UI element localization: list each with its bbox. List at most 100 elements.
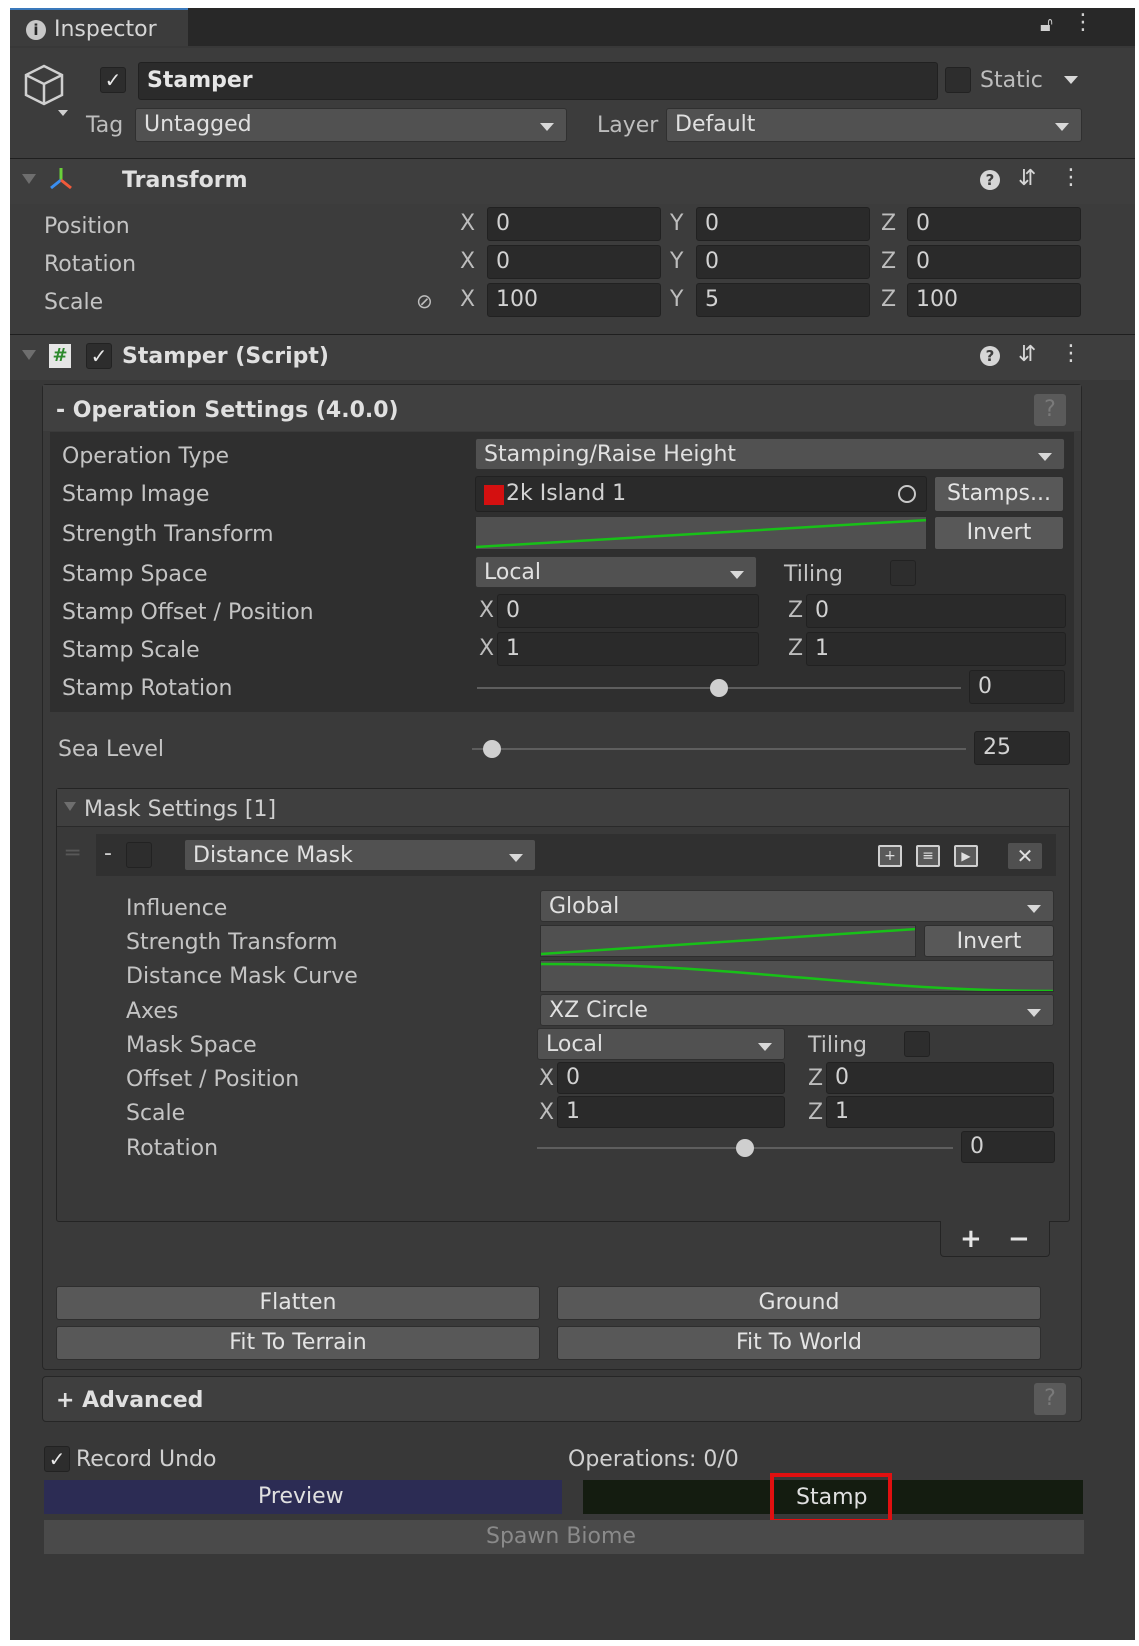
mask-rotation-field[interactable]: 0 [961, 1131, 1055, 1163]
context-menu-icon[interactable]: ⋮ [1060, 167, 1082, 189]
mask-remove-icon[interactable]: ✕ [1008, 843, 1042, 869]
context-menu-icon[interactable]: ⋮ [1060, 343, 1082, 365]
remove-mask-button[interactable]: − [1008, 1226, 1030, 1252]
object-active-checkbox[interactable]: ✓ [100, 67, 126, 93]
mask-space-value: Local [546, 1032, 604, 1057]
stamp-rotation-slider-handle[interactable] [710, 679, 728, 697]
tag-label: Tag [86, 113, 124, 138]
chevron-down-icon [1027, 1009, 1041, 1017]
mask-rotation-slider-handle[interactable] [736, 1139, 754, 1157]
preview-label: Preview [258, 1484, 344, 1509]
operation-help-button[interactable]: ? [1034, 394, 1066, 426]
mask-type-dropdown[interactable]: Distance Mask [184, 839, 536, 871]
spawn-biome-button[interactable]: Spawn Biome [44, 1520, 1084, 1554]
mask-settings-title[interactable]: Mask Settings [1] [84, 799, 276, 821]
mask-image-icon[interactable]: + [878, 845, 902, 867]
chevron-down-icon [1055, 123, 1069, 131]
ground-button[interactable]: Ground [557, 1286, 1041, 1320]
preview-button[interactable]: Preview [44, 1480, 562, 1514]
presets-icon[interactable]: ⇵ [1018, 344, 1036, 366]
transform-scale-x-field[interactable]: 100 [487, 283, 661, 317]
operations-count: Operations: 0/0 [568, 1447, 739, 1472]
stamp-offset-z-field[interactable]: 0 [806, 594, 1066, 628]
record-undo-checkbox[interactable]: ✓ [44, 1446, 70, 1472]
advanced-title[interactable]: + Advanced [56, 1390, 203, 1412]
mask-scale-z-field[interactable]: 1 [826, 1096, 1054, 1128]
operation-type-dropdown[interactable]: Stamping/Raise Height [475, 438, 1065, 470]
sea-level-slider-handle[interactable] [482, 740, 501, 758]
stamp-rotation-label: Stamp Rotation [62, 676, 233, 701]
drag-handle-icon[interactable]: ═ [66, 843, 79, 865]
sea-level-slider-track[interactable] [472, 748, 966, 750]
tag-dropdown[interactable]: Untagged [135, 108, 567, 142]
presets-icon[interactable]: ⇵ [1018, 168, 1036, 190]
mask-list-icon[interactable]: ≡ [916, 845, 940, 867]
distance-mask-curve[interactable] [540, 960, 1054, 992]
mask-scale-x-field[interactable]: 1 [557, 1096, 785, 1128]
foldout-arrow-icon[interactable] [22, 350, 36, 360]
tab-inspector[interactable]: i Inspector [10, 8, 188, 46]
stamp-rotation-field[interactable]: 0 [969, 670, 1065, 704]
stamp-button-label[interactable]: Stamp [796, 1487, 867, 1509]
transform-rotation-z-field[interactable]: 0 [907, 245, 1081, 279]
mask-tiling-checkbox[interactable] [904, 1031, 930, 1057]
invert-button[interactable]: Invert [934, 516, 1064, 550]
stamp-space-label: Stamp Space [62, 562, 208, 587]
axes-dropdown[interactable]: XZ Circle [540, 994, 1054, 1026]
transform-scale-y-field[interactable]: 5 [696, 283, 870, 317]
help-icon[interactable]: ? [980, 170, 1000, 190]
operation-settings-title[interactable]: - Operation Settings (4.0.0) [56, 400, 399, 422]
sea-level-field[interactable]: 25 [974, 731, 1070, 765]
transform-icon [50, 168, 72, 190]
axis-z-label: Z [881, 211, 897, 236]
stamp-scale-x-field[interactable]: 1 [497, 632, 759, 666]
transform-scale-z-field[interactable]: 100 [907, 283, 1081, 317]
mask-space-dropdown[interactable]: Local [537, 1028, 785, 1060]
advanced-help-button[interactable]: ? [1034, 1383, 1066, 1415]
object-picker-icon[interactable] [898, 485, 916, 503]
transform-rotation-y-field[interactable]: 0 [696, 245, 870, 279]
mask-rotation-label: Rotation [126, 1136, 219, 1161]
transform-position-x-field[interactable]: 0 [487, 207, 661, 241]
fit-to-world-button[interactable]: Fit To World [557, 1326, 1041, 1360]
transform-rotation-x-field[interactable]: 0 [487, 245, 661, 279]
mask-invert-button[interactable]: Invert [924, 925, 1054, 957]
object-name-field[interactable]: Stamper [138, 62, 938, 100]
foldout-arrow-icon[interactable] [64, 802, 76, 811]
stamp-scale-z-field[interactable]: 1 [806, 632, 1066, 666]
mask-space-label: Mask Space [126, 1033, 257, 1058]
chevron-down-icon [730, 571, 744, 579]
stamp-space-dropdown[interactable]: Local [475, 556, 757, 588]
fit-to-terrain-button[interactable]: Fit To Terrain [56, 1326, 540, 1360]
layer-dropdown[interactable]: Default [666, 108, 1082, 142]
layer-label: Layer [597, 113, 659, 138]
foldout-arrow-icon[interactable] [22, 174, 36, 184]
constrain-proportions-icon[interactable]: ⊘ [416, 291, 433, 311]
stamp-offset-x-field[interactable]: 0 [497, 594, 759, 628]
help-icon[interactable]: ? [980, 346, 1000, 366]
mask-offset-x-field[interactable]: 0 [557, 1062, 785, 1094]
stamps-button[interactable]: Stamps... [934, 476, 1064, 512]
stamp-image-field[interactable]: 2k Island 1 [475, 476, 927, 512]
mask-strength-curve[interactable] [540, 925, 916, 957]
info-icon: i [26, 20, 46, 40]
flatten-button[interactable]: Flatten [56, 1286, 540, 1320]
add-mask-button[interactable]: + [960, 1226, 982, 1252]
static-dropdown-icon[interactable] [1064, 76, 1078, 84]
mask-enabled-checkbox[interactable] [126, 842, 152, 868]
tab-menu-icon[interactable]: ⋮ [1072, 12, 1094, 34]
lock-icon[interactable]: 🔓︎ [1040, 14, 1053, 34]
mask-strength-label: Strength Transform [126, 930, 338, 955]
transform-position-y-field[interactable]: 0 [696, 207, 870, 241]
tiling-checkbox[interactable] [890, 560, 916, 586]
mask-play-icon[interactable]: ▶ [954, 845, 978, 867]
transform-position-z-field[interactable]: 0 [907, 207, 1081, 241]
script-enabled-checkbox[interactable]: ✓ [86, 343, 112, 369]
chevron-down-icon [1038, 453, 1052, 461]
strength-transform-curve[interactable] [475, 516, 927, 550]
static-checkbox[interactable] [945, 67, 971, 93]
mask-offset-z-field[interactable]: 0 [826, 1062, 1054, 1094]
stamp-scale-label: Stamp Scale [62, 638, 200, 663]
tag-value: Untagged [144, 112, 252, 137]
influence-dropdown[interactable]: Global [540, 890, 1054, 922]
